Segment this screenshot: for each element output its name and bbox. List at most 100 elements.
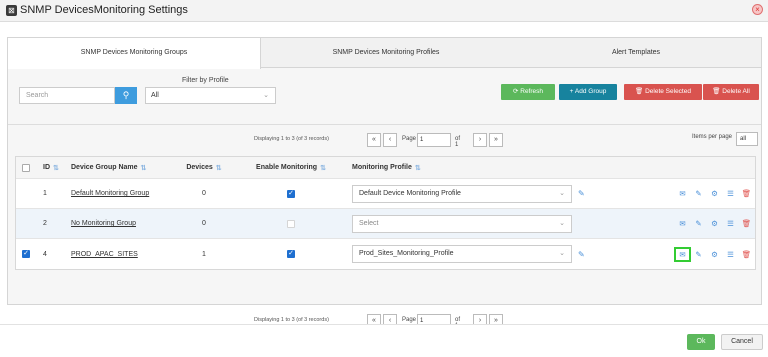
enable-checkbox[interactable]: ✓ bbox=[241, 179, 341, 208]
close-icon[interactable]: × bbox=[752, 4, 763, 15]
checkbox-icon bbox=[22, 163, 30, 172]
pager-displaying: Displaying 1 to 3 (of 3 records) bbox=[254, 317, 329, 323]
sort-icon: ⇅ bbox=[215, 164, 222, 172]
search-input[interactable]: Search bbox=[19, 87, 115, 104]
of-pages-label: of 1 bbox=[455, 136, 461, 148]
refresh-label: Refresh bbox=[520, 88, 544, 95]
row-checkbox[interactable] bbox=[22, 179, 36, 208]
edit-profile-icon[interactable]: ✎ bbox=[578, 250, 585, 259]
column-devices[interactable]: Devices ⇅ bbox=[179, 157, 229, 178]
list-icon[interactable]: ☰ bbox=[724, 219, 737, 228]
refresh-button[interactable]: ⟳ Refresh bbox=[501, 84, 555, 100]
divider bbox=[8, 124, 761, 125]
list-icon[interactable]: ☰ bbox=[724, 250, 737, 259]
column-profile-label: Monitoring Profile bbox=[352, 164, 412, 171]
table-row: ✓ 4 PROD_APAC_SITES 1 ✓ Prod_Sites_Monit… bbox=[16, 239, 755, 269]
tab-alert-templates[interactable]: Alert Templates bbox=[511, 38, 761, 68]
row-devices: 1 bbox=[202, 250, 206, 258]
page-label: Page bbox=[402, 136, 417, 142]
last-page-button[interactable]: » bbox=[489, 133, 503, 147]
profile-filter-value: All bbox=[151, 92, 159, 99]
trash-icon: 🗑 bbox=[635, 88, 646, 95]
column-profile[interactable]: Monitoring Profile ⇅ bbox=[352, 157, 592, 178]
tab-monitoring-groups[interactable]: SNMP Devices Monitoring Groups bbox=[8, 38, 261, 69]
prev-page-button[interactable]: ‹ bbox=[383, 133, 397, 147]
profile-select[interactable]: Default Device Monitoring Profile ⌄ bbox=[352, 184, 572, 203]
table-row: 1 Default Monitoring Group 0 ✓ Default D… bbox=[16, 179, 755, 209]
row-devices: 0 bbox=[202, 190, 206, 197]
edit-icon[interactable]: ✎ bbox=[692, 219, 705, 228]
window-title: SNMP DevicesMonitoring Settings bbox=[20, 4, 188, 16]
cancel-button[interactable]: Cancel bbox=[721, 334, 763, 350]
column-enable[interactable]: Enable Monitoring ⇅ bbox=[241, 157, 341, 178]
table-row: 2 No Monitoring Group 0 Select ⌄ ✉ ✎ ⚙ ☰ … bbox=[16, 209, 755, 239]
column-name-label: Device Group Name bbox=[71, 164, 138, 171]
list-icon[interactable]: ☰ bbox=[724, 189, 737, 198]
sort-icon: ⇅ bbox=[53, 164, 59, 172]
group-name-link[interactable]: Default Monitoring Group bbox=[71, 190, 149, 197]
add-group-label: Add Group bbox=[574, 88, 607, 95]
trash-icon[interactable]: 🗑 bbox=[740, 219, 753, 228]
gear-icon[interactable]: ⚙ bbox=[708, 219, 721, 228]
chevron-down-icon: ⌄ bbox=[559, 219, 565, 227]
profile-cell: Default Device Monitoring Profile ⌄ ✎ bbox=[352, 179, 592, 208]
items-per-page-label: Items per page bbox=[692, 134, 733, 140]
checkbox-icon bbox=[287, 219, 295, 228]
mail-icon[interactable]: ✉ bbox=[674, 246, 691, 262]
filter-by-profile-label: Filter by Profile bbox=[182, 77, 229, 84]
column-enable-label: Enable Monitoring bbox=[256, 164, 318, 171]
trash-icon[interactable]: 🗑 bbox=[740, 250, 753, 259]
enable-checkbox[interactable] bbox=[241, 209, 341, 238]
profile-value: Default Device Monitoring Profile bbox=[359, 189, 461, 197]
delete-all-button[interactable]: 🗑 Delete All bbox=[703, 84, 759, 100]
row-checkbox[interactable]: ✓ bbox=[22, 239, 36, 269]
column-id-label: ID bbox=[43, 164, 50, 171]
profile-cell: Select ⌄ bbox=[352, 209, 592, 238]
add-group-button[interactable]: + Add Group bbox=[559, 84, 617, 100]
edit-icon[interactable]: ✎ bbox=[692, 250, 705, 259]
enable-checkbox[interactable]: ✓ bbox=[241, 239, 341, 269]
chevron-down-icon: ⌄ bbox=[263, 92, 269, 99]
row-actions: ✉ ✎ ⚙ ☰ 🗑 bbox=[674, 239, 761, 269]
device-groups-table: ID ⇅ Device Group Name ⇅ Devices ⇅ Enable M… bbox=[15, 156, 756, 270]
profile-select[interactable]: Select ⌄ bbox=[352, 214, 572, 233]
mail-icon[interactable]: ✉ bbox=[676, 189, 689, 198]
group-name-link[interactable]: No Monitoring Group bbox=[71, 220, 136, 227]
items-per-page-select[interactable]: all bbox=[736, 132, 758, 146]
row-checkbox[interactable] bbox=[22, 209, 36, 238]
select-all-checkbox[interactable] bbox=[22, 157, 36, 178]
sort-icon: ⇅ bbox=[140, 164, 147, 172]
page-label: Page bbox=[402, 317, 417, 323]
row-actions: ✉ ✎ ⚙ ☰ 🗑 bbox=[676, 209, 761, 238]
ok-button[interactable]: Ok bbox=[687, 334, 715, 350]
table-header-row: ID ⇅ Device Group Name ⇅ Devices ⇅ Enable M… bbox=[16, 157, 755, 179]
first-page-button[interactable]: « bbox=[367, 133, 381, 147]
next-page-button[interactable]: › bbox=[473, 133, 487, 147]
pager-displaying: Displaying 1 to 3 (of 3 records) bbox=[254, 136, 329, 142]
edit-icon[interactable]: ✎ bbox=[692, 189, 705, 198]
gear-icon[interactable]: ⚙ bbox=[708, 250, 721, 259]
edit-profile-icon[interactable]: ✎ bbox=[578, 189, 585, 198]
sort-icon: ⇅ bbox=[414, 164, 421, 172]
tab-monitoring-profiles[interactable]: SNMP Devices Monitoring Profiles bbox=[261, 38, 511, 68]
trash-icon[interactable]: 🗑 bbox=[740, 189, 753, 198]
check-icon: ✓ bbox=[22, 250, 30, 258]
chevron-down-icon: ⌄ bbox=[559, 250, 565, 257]
row-id: 4 bbox=[43, 250, 47, 258]
profile-cell: Prod_Sites_Monitoring_Profile ⌄ ✎ bbox=[352, 239, 592, 269]
delete-all-label: Delete All bbox=[722, 88, 750, 95]
group-name-link[interactable]: PROD_APAC_SITES bbox=[71, 251, 138, 258]
profile-filter-select[interactable]: All ⌄ bbox=[145, 87, 276, 104]
dialog-footer bbox=[0, 324, 768, 357]
column-devices-label: Devices bbox=[186, 164, 213, 171]
app-icon: ⊠ bbox=[6, 5, 17, 16]
mail-icon[interactable]: ✉ bbox=[676, 219, 689, 228]
column-id[interactable]: ID ⇅ bbox=[43, 157, 73, 178]
check-icon: ✓ bbox=[287, 250, 295, 258]
search-icon[interactable]: ⚲ bbox=[115, 87, 137, 104]
gear-icon[interactable]: ⚙ bbox=[708, 189, 721, 198]
profile-select[interactable]: Prod_Sites_Monitoring_Profile ⌄ bbox=[352, 245, 572, 263]
page-input[interactable]: 1 bbox=[417, 133, 451, 147]
tab-bar: SNMP Devices Monitoring Groups SNMP Devi… bbox=[8, 38, 761, 69]
delete-selected-button[interactable]: 🗑 Delete Selected bbox=[624, 84, 702, 100]
